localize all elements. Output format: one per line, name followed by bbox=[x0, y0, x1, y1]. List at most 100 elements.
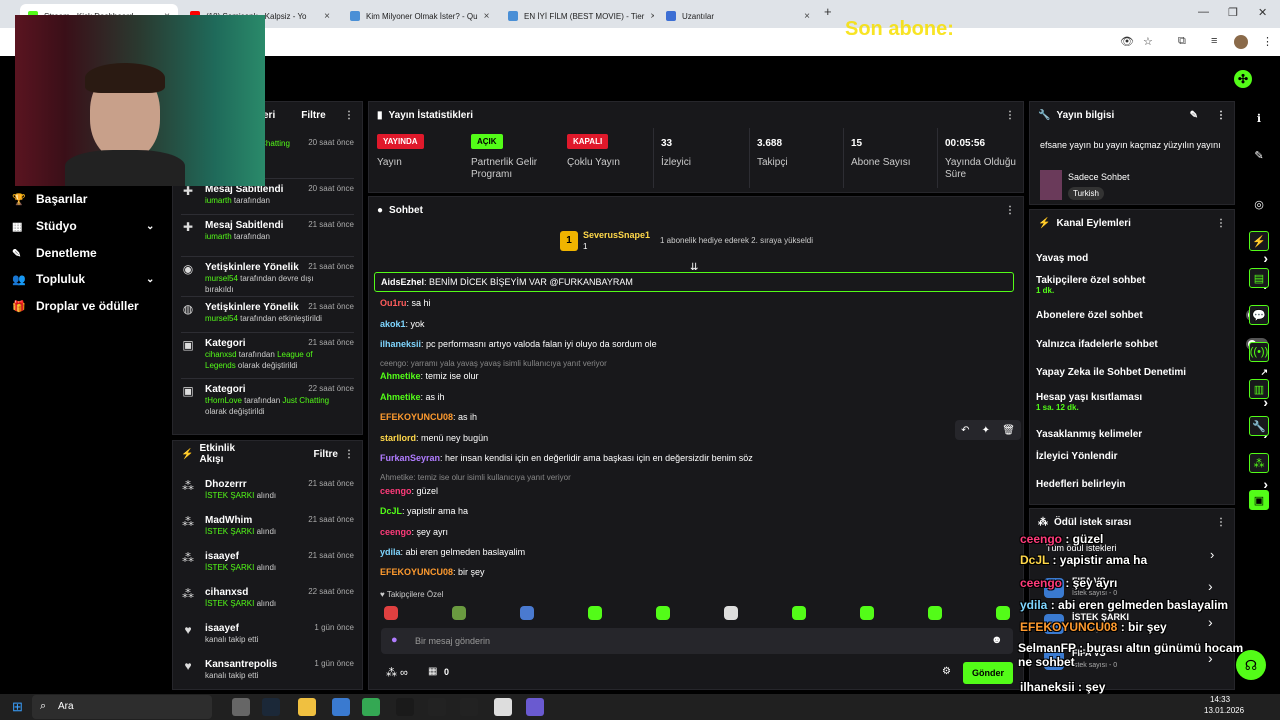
emote-icon[interactable] bbox=[656, 606, 670, 620]
mod-log-link[interactable]: Just Chatting bbox=[282, 396, 329, 405]
windows-start-icon[interactable]: ⊞ bbox=[12, 699, 23, 715]
taskbar-search[interactable]: ⌕ Ara bbox=[32, 695, 212, 719]
rail-tool-icon[interactable]: ▥ bbox=[1249, 379, 1269, 399]
channel-action[interactable]: Yalnızca ifadelerle sohbet bbox=[1036, 338, 1268, 350]
nav-item[interactable]: 🎁 Droplar ve ödüller bbox=[12, 299, 139, 313]
close-tab-icon[interactable]: × bbox=[650, 11, 654, 22]
chat-input[interactable]: ● Bir mesaj gönderin ☻ bbox=[381, 628, 1013, 654]
rail-tool-icon[interactable]: 💬 bbox=[1249, 305, 1269, 325]
chat-message[interactable]: ydila: abi eren gelmeden baslayalim bbox=[380, 547, 525, 557]
taskbar-app-icon[interactable] bbox=[526, 698, 544, 716]
taskbar-app-icon[interactable] bbox=[428, 698, 446, 716]
chat-message[interactable]: starllord: menü ney bugün bbox=[380, 433, 488, 443]
filter-button[interactable]: Filtre bbox=[301, 110, 325, 121]
mod-log-user[interactable]: tHornLove bbox=[205, 396, 242, 405]
mic-icon[interactable]: ● bbox=[391, 634, 398, 646]
chevron-right-icon[interactable]: › bbox=[1263, 250, 1268, 266]
emote-icon[interactable] bbox=[452, 606, 466, 620]
delete-icon[interactable]: 🗑 bbox=[1002, 425, 1015, 436]
mod-log-user[interactable]: iumarth bbox=[205, 232, 232, 241]
chat-username[interactable]: EFEKOYUNCU08 bbox=[380, 567, 453, 577]
browser-tab[interactable]: EN İYİ FİLM (BEST MOVIE) - Tier × bbox=[500, 4, 654, 28]
kick-logo-icon[interactable]: ✣ bbox=[1234, 70, 1252, 88]
eye-icon[interactable]: 👁 bbox=[1120, 35, 1134, 48]
more-icon[interactable]: ⋮ bbox=[1216, 517, 1226, 528]
new-tab-icon[interactable]: + bbox=[824, 4, 832, 19]
taskbar-app-icon[interactable] bbox=[332, 698, 350, 716]
chest-icon[interactable]: ▦ bbox=[428, 666, 437, 677]
emote-icon[interactable] bbox=[928, 606, 942, 620]
browser-tab[interactable]: Kim Milyoner Olmak İster? - Qu × bbox=[342, 4, 496, 28]
channel-action[interactable]: Yapay Zeka ile Sohbet Denetimi ↗ bbox=[1036, 367, 1268, 378]
send-button[interactable]: Gönder bbox=[963, 662, 1013, 684]
mod-log-user[interactable]: mursel54 bbox=[205, 314, 238, 323]
chat-message[interactable]: Ahmetike: as ih bbox=[380, 392, 445, 402]
activity-user[interactable]: isaayef bbox=[205, 623, 315, 634]
pinned-message[interactable]: AidsEzhel: BENİM DİCEK BİŞEYİM VAR @FURK… bbox=[374, 272, 1014, 292]
rail-tool-icon[interactable]: ℹ bbox=[1249, 108, 1269, 128]
channel-action[interactable]: Yasaklanmış kelimeler› bbox=[1036, 426, 1268, 442]
chat-username[interactable]: Ou1ru bbox=[380, 298, 407, 308]
chat-message[interactable]: EFEKOYUNCU08: bir şey bbox=[380, 567, 485, 577]
rail-tool-icon[interactable]: ⚡ bbox=[1249, 231, 1269, 251]
taskbar-app-icon[interactable] bbox=[298, 698, 316, 716]
more-icon[interactable]: ⋮ bbox=[344, 449, 354, 460]
external-link-icon[interactable]: ↗ bbox=[1260, 367, 1268, 378]
pinned-user[interactable]: AidsEzhel bbox=[381, 277, 424, 287]
chevron-down-icon[interactable]: ⌄ bbox=[146, 274, 154, 285]
chat-message[interactable]: ceengo: güzel bbox=[380, 486, 438, 496]
channel-action[interactable]: Hesap yaşı kısıtlaması 1 sa. 12 dk. › bbox=[1036, 392, 1268, 412]
emote-icon[interactable] bbox=[384, 606, 398, 620]
nav-item[interactable]: 👥 Topluluk ⌄ bbox=[12, 272, 154, 286]
chat-username[interactable]: Ahmetike bbox=[380, 392, 421, 402]
emote-icon[interactable] bbox=[996, 606, 1010, 620]
chat-username[interactable]: EFEKOYUNCU08 bbox=[380, 412, 453, 422]
emoji-icon[interactable]: ☻ bbox=[991, 634, 1003, 646]
gift-user[interactable]: SeverusSnape1 bbox=[583, 230, 650, 240]
avatar[interactable] bbox=[1234, 35, 1248, 49]
restore-icon[interactable]: ❐ bbox=[1228, 6, 1238, 19]
points-icon[interactable]: ⁂ ∞ bbox=[386, 666, 408, 679]
category-name[interactable]: Sadece Sohbet bbox=[1068, 172, 1130, 182]
filter-button[interactable]: Filtre bbox=[314, 449, 338, 460]
taskbar-app-icon[interactable] bbox=[494, 698, 512, 716]
emote-icon[interactable] bbox=[520, 606, 534, 620]
activity-user[interactable]: Kansantrepolis bbox=[205, 659, 315, 670]
mod-log-user[interactable]: cihanxsd bbox=[205, 350, 237, 359]
chat-username[interactable]: ceengo bbox=[380, 527, 412, 537]
rail-tool-icon[interactable]: ◎ bbox=[1249, 194, 1269, 214]
close-tab-icon[interactable]: × bbox=[804, 11, 810, 22]
close-tab-icon[interactable]: × bbox=[484, 11, 490, 22]
browser-tab[interactable]: Uzantılar × bbox=[658, 4, 818, 28]
chevron-right-icon[interactable]: › bbox=[1208, 614, 1213, 630]
chat-message[interactable]: DcJL: yapistir ama ha bbox=[380, 506, 468, 516]
extensions-icon[interactable]: ⧉ bbox=[1178, 35, 1186, 48]
nav-item[interactable]: ✎ Denetleme bbox=[12, 246, 97, 260]
chat-message[interactable]: EFEKOYUNCU08: as ih bbox=[380, 412, 477, 422]
chevron-right-icon[interactable]: › bbox=[1208, 578, 1213, 594]
chat-username[interactable]: ydila bbox=[380, 547, 401, 557]
channel-action[interactable]: Takipçilere özel sohbet1 dk.› bbox=[1036, 275, 1268, 295]
emote-icon[interactable] bbox=[860, 606, 874, 620]
mod-log-user[interactable]: mursel54 bbox=[205, 274, 238, 283]
close-tab-icon[interactable]: × bbox=[324, 11, 330, 22]
emote-icon[interactable] bbox=[724, 606, 738, 620]
nav-item[interactable]: ▦ Stüdyo ⌄ bbox=[12, 219, 154, 233]
star-icon[interactable]: ☆ bbox=[1143, 35, 1153, 48]
edit-icon[interactable]: ✎ bbox=[1190, 110, 1198, 121]
rail-tool-icon[interactable]: ⁂ bbox=[1249, 453, 1269, 473]
mod-log-user[interactable]: iumarth bbox=[205, 196, 232, 205]
chat-message[interactable]: ilhaneksii: pc performasnı artıyo valoda… bbox=[380, 339, 657, 349]
support-icon[interactable]: ☊ bbox=[1236, 650, 1266, 680]
pin-icon[interactable]: ✦ bbox=[982, 425, 990, 436]
channel-action[interactable]: Abonelere özel sohbet bbox=[1036, 309, 1268, 321]
more-icon[interactable]: ⋮ bbox=[1216, 218, 1226, 229]
chat-username[interactable]: starllord bbox=[380, 433, 416, 443]
activity-user[interactable]: MadWhim bbox=[205, 515, 315, 526]
taskbar-app-icon[interactable] bbox=[262, 698, 280, 716]
rail-tool-icon[interactable]: ((•)) bbox=[1249, 342, 1269, 362]
channel-action[interactable]: Yavaş mod › bbox=[1036, 250, 1268, 266]
chat-message[interactable]: akok1: yok bbox=[380, 319, 425, 329]
rail-tool-icon[interactable]: ▤ bbox=[1249, 268, 1269, 288]
chat-username[interactable]: ceengo bbox=[380, 486, 412, 496]
